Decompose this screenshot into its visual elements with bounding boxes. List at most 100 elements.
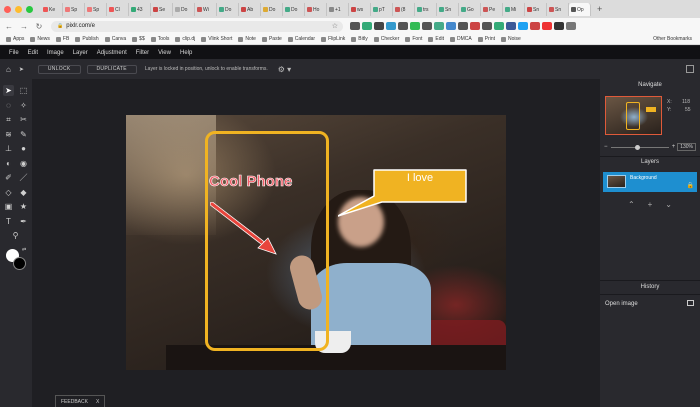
other-bookmarks[interactable]: Other Bookmarks (653, 36, 692, 42)
browser-tab[interactable]: Do (217, 3, 239, 16)
extension-icon[interactable] (434, 22, 444, 30)
bookmark-item[interactable]: $$ (132, 36, 145, 42)
sticker-tool-icon[interactable]: ★ (18, 201, 29, 212)
brush-tool-icon[interactable]: ／ (18, 172, 29, 183)
menu-view[interactable]: View (158, 50, 171, 56)
unlock-button[interactable]: UNLOCK (37, 64, 81, 74)
sponge-tool-icon[interactable]: ◉ (18, 158, 29, 169)
bookmark-star-icon[interactable]: ☆ (332, 22, 338, 30)
extension-icon[interactable] (494, 22, 504, 30)
dodge-tool-icon[interactable]: ◐ (3, 158, 14, 169)
bookmark-item[interactable]: Print (477, 36, 495, 42)
layer-lock-icon[interactable]: 🔒 (687, 182, 694, 189)
text-tool-icon[interactable]: T (3, 216, 14, 227)
navigator-thumbnail[interactable] (605, 96, 662, 135)
browser-tab[interactable]: pT (371, 3, 393, 16)
red-arrow-annotation[interactable] (210, 202, 290, 262)
browser-tab[interactable]: +1 (327, 3, 349, 16)
history-item[interactable]: Open image (605, 301, 638, 307)
swap-colors-icon[interactable]: ⇄ (22, 247, 26, 253)
settings-gear-icon[interactable]: ⚙ ▾ (278, 65, 291, 74)
extension-icon[interactable] (458, 22, 468, 30)
background-color-swatch[interactable] (13, 257, 26, 270)
browser-tab[interactable]: Ke (41, 3, 63, 16)
reload-icon[interactable]: ↻ (33, 22, 45, 31)
browser-tab[interactable]: Pe (481, 3, 503, 16)
browser-tab[interactable]: Do (261, 3, 283, 16)
bookmark-item[interactable]: clip.dj (175, 36, 195, 42)
liquify-tool-icon[interactable]: ≋ (3, 129, 14, 140)
wand-tool-icon[interactable]: ✧ (18, 100, 29, 111)
browser-tab[interactable]: Ho (305, 3, 327, 16)
cut-tool-icon[interactable]: ✂ (18, 114, 29, 125)
zoom-slider-handle[interactable] (634, 144, 640, 150)
extension-icon[interactable] (470, 22, 480, 30)
pen-tool-icon[interactable]: ✒ (18, 216, 29, 227)
bookmark-item[interactable]: Canva (104, 36, 126, 42)
browser-tab[interactable]: Se (151, 3, 173, 16)
close-window-button[interactable] (4, 5, 11, 13)
browser-tab[interactable]: Sn (525, 3, 547, 16)
extension-icon[interactable] (374, 22, 384, 30)
lasso-tool-icon[interactable]: ◌ (3, 100, 14, 111)
extension-icon[interactable] (386, 22, 396, 30)
bookmark-item[interactable]: Bitly (351, 36, 368, 42)
fill-tool-icon[interactable]: ◆ (18, 187, 29, 198)
bookmark-item[interactable]: Tools (150, 36, 169, 42)
zoom-tool-icon[interactable]: ⚲ (10, 230, 21, 241)
extension-icon[interactable] (398, 22, 408, 30)
zoom-level[interactable]: 130% (677, 143, 696, 151)
extension-icon[interactable] (362, 22, 372, 30)
bookmark-item[interactable]: Vlink Short (201, 36, 232, 42)
extension-icon[interactable] (482, 22, 492, 30)
crop-tool-icon[interactable]: ⌗ (3, 114, 14, 125)
bookmark-item[interactable]: Calendar (287, 36, 315, 42)
extension-icon[interactable] (530, 22, 540, 30)
shape-tool-icon[interactable]: ▣ (3, 201, 14, 212)
browser-tab[interactable]: Wi (195, 3, 217, 16)
browser-tab[interactable]: Do (283, 3, 305, 16)
extension-icon[interactable] (542, 22, 552, 30)
extension-icon[interactable] (446, 22, 456, 30)
extension-icon[interactable] (518, 22, 528, 30)
move-layer-down-icon[interactable]: ⌄ (665, 200, 672, 209)
forward-arrow-icon[interactable]: → (18, 22, 30, 31)
browser-tab[interactable]: Sn (547, 3, 569, 16)
picker-tool-icon[interactable]: ✐ (3, 172, 14, 183)
browser-tab[interactable]: Do (173, 3, 195, 16)
cool-phone-text-annotation[interactable]: Cool Phone (209, 173, 293, 191)
bookmark-item[interactable]: FlipLink (321, 36, 345, 42)
add-layer-icon[interactable]: + (648, 200, 653, 209)
extension-icon[interactable] (566, 22, 576, 30)
browser-tab[interactable]: Mi (503, 3, 525, 16)
home-icon[interactable]: ⌂ (6, 65, 11, 74)
bookmark-item[interactable]: Font (405, 36, 422, 42)
zoom-in-icon[interactable]: + (672, 144, 676, 150)
bookmark-item[interactable]: Note (238, 36, 256, 42)
menu-layer[interactable]: Layer (73, 50, 88, 56)
bookmark-item[interactable]: Noise (501, 36, 521, 42)
bookmark-item[interactable]: Publish (75, 36, 99, 42)
menu-filter[interactable]: Filter (136, 50, 149, 56)
browser-tab[interactable]: Go (459, 3, 481, 16)
history-snapshot-icon[interactable] (687, 300, 694, 306)
zoom-out-icon[interactable]: − (604, 144, 608, 150)
bookmark-item[interactable]: Edit (428, 36, 444, 42)
extension-icon[interactable] (350, 22, 360, 30)
menu-adjustment[interactable]: Adjustment (97, 50, 127, 56)
menu-file[interactable]: File (9, 50, 19, 56)
bookmark-item[interactable]: News (30, 36, 50, 42)
i-love-text-annotation[interactable]: I love (375, 172, 465, 184)
bookmark-item[interactable]: Apps (6, 36, 24, 42)
browser-tab[interactable]: trs (415, 3, 437, 16)
extension-icon[interactable] (506, 22, 516, 30)
maximize-window-button[interactable] (26, 5, 33, 13)
layer-row-background[interactable]: Background 🔒 (603, 172, 697, 192)
back-arrow-icon[interactable]: ← (3, 22, 15, 31)
browser-tab[interactable]: ws (349, 3, 371, 16)
menu-help[interactable]: Help (180, 50, 192, 56)
menu-image[interactable]: Image (47, 50, 64, 56)
browser-tab[interactable]: Sp (85, 3, 107, 16)
panel-toggle-icon[interactable] (686, 65, 694, 73)
move-layer-up-icon[interactable]: ⌃ (628, 200, 635, 209)
